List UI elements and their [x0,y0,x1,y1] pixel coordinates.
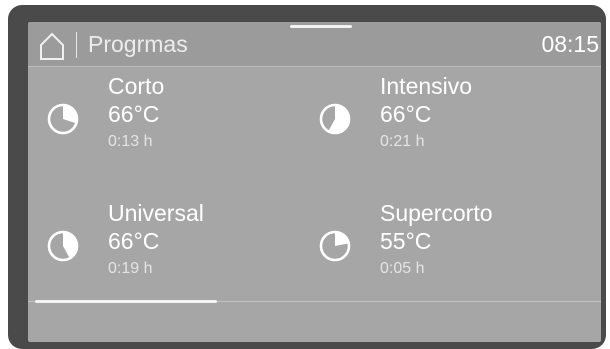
swipe-down-handle[interactable] [290,25,352,28]
program-duration: 0:05 h [380,260,425,277]
program-item-corto[interactable]: Corto 66°C 0:13 h [28,72,278,172]
header-separator [28,66,601,67]
device-bezel: Progrmas 08:15 Corto 66°C 0:13 h Intensi… [8,5,606,349]
program-temperature: 66°C [108,101,160,127]
clock: 08:15 [541,31,599,57]
program-item-supercorto[interactable]: Supercorto 55°C 0:05 h [300,199,550,299]
program-item-intensivo[interactable]: Intensivo 66°C 0:21 h [300,72,550,172]
pie-timer-icon [47,103,79,135]
program-name: Corto [108,73,165,99]
program-name: Supercorto [380,200,493,226]
program-name: Intensivo [380,73,473,99]
program-duration: 0:13 h [108,133,153,150]
display-screen: Progrmas 08:15 Corto 66°C 0:13 h Intensi… [28,22,601,342]
pie-timer-icon [319,230,351,262]
header-divider [76,32,77,58]
program-name: Universal [108,200,204,226]
header-bar: Progrmas 08:15 [28,22,601,66]
program-temperature: 66°C [380,101,432,127]
pie-timer-icon [47,230,79,262]
program-temperature: 55°C [380,228,432,254]
page-title: Progrmas [88,31,188,57]
program-duration: 0:19 h [108,260,153,277]
pie-timer-icon [319,103,351,135]
page-indicator [35,300,217,303]
home-icon[interactable] [39,31,65,61]
program-item-universal[interactable]: Universal 66°C 0:19 h [28,199,278,299]
program-duration: 0:21 h [380,133,425,150]
program-temperature: 66°C [108,228,160,254]
